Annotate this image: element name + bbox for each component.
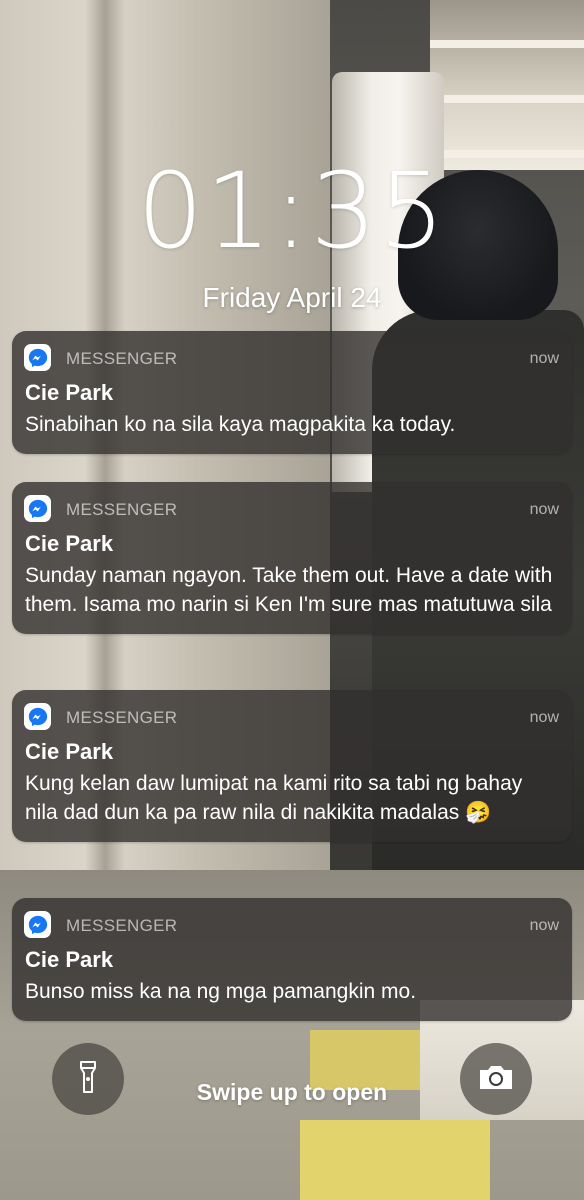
notification-sender: Cie Park: [25, 531, 114, 556]
messenger-icon: [24, 703, 51, 730]
notification-message: Sunday naman ngayon. Take them out. Have…: [25, 564, 553, 616]
messenger-icon: [24, 344, 51, 371]
lock-time: 01:35: [137, 150, 447, 272]
notification-time: now: [529, 709, 559, 726]
app-name: MESSENGER: [66, 349, 178, 368]
camera-icon: [477, 1062, 515, 1097]
notification-sender: Cie Park: [25, 380, 114, 405]
notification-message: Bunso miss ka na ng mga pamangkin mo.: [25, 980, 417, 1003]
notification-sender: Cie Park: [25, 739, 114, 764]
notification-card[interactable]: MESSENGER now Cie Park Sunday naman ngay…: [12, 482, 572, 634]
app-name: MESSENGER: [66, 500, 178, 519]
app-name: MESSENGER: [66, 708, 178, 727]
notification-time: now: [529, 501, 559, 518]
notification-time: now: [529, 917, 559, 934]
app-name: MESSENGER: [66, 916, 178, 935]
notification-card[interactable]: MESSENGER now Cie Park Sinabihan ko na s…: [12, 331, 572, 454]
messenger-icon: [24, 495, 51, 522]
notification-card[interactable]: MESSENGER now Cie Park Kung kelan daw lu…: [12, 690, 572, 842]
camera-button[interactable]: [460, 1043, 532, 1115]
notification-card[interactable]: MESSENGER now Cie Park Bunso miss ka na …: [12, 898, 572, 1021]
notification-sender: Cie Park: [25, 947, 114, 972]
notification-time: now: [529, 350, 559, 367]
lock-date: Friday April 24: [202, 282, 382, 313]
messenger-icon: [24, 911, 51, 938]
notification-message: Sinabihan ko na sila kaya magpakita ka t…: [25, 413, 456, 436]
notification-message: Kung kelan daw lumipat na kami rito sa t…: [25, 772, 523, 824]
